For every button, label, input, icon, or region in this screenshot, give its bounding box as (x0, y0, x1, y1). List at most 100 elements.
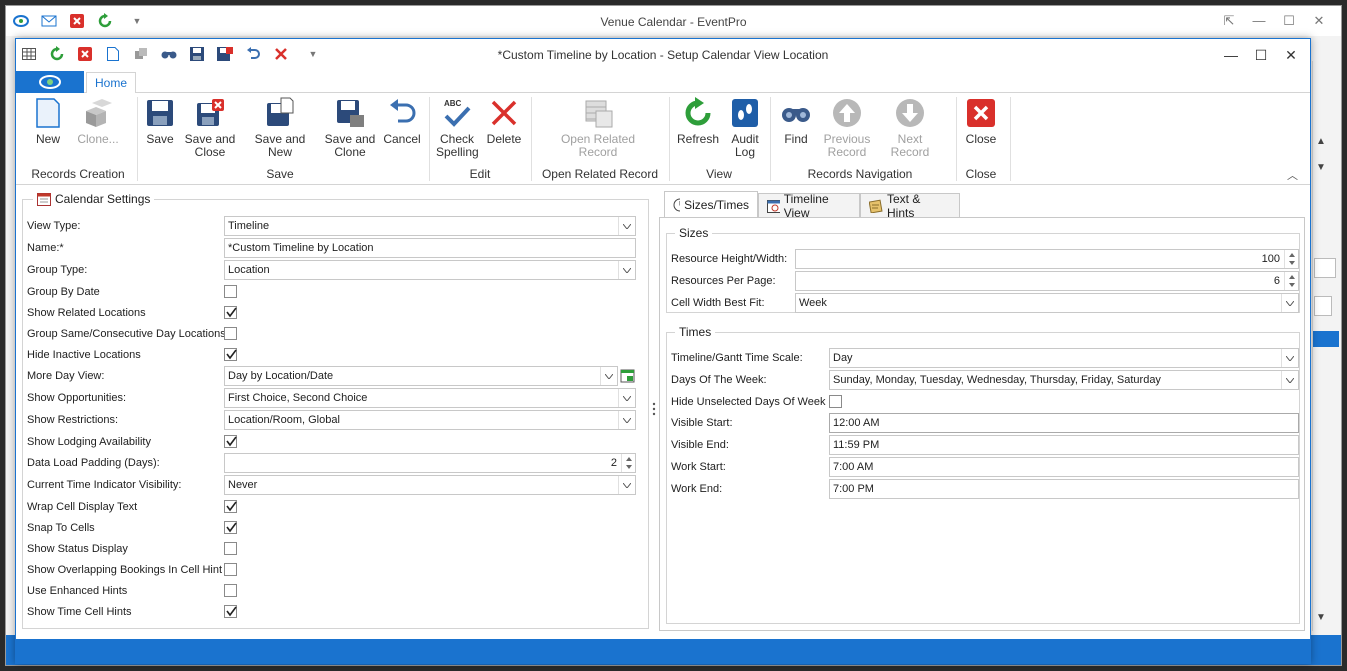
check-spelling-button[interactable]: ABC Check Spelling (436, 97, 479, 159)
show-opportunities-select[interactable]: First Choice, Second Choice (224, 388, 636, 408)
chevron-down-icon[interactable] (1281, 294, 1298, 312)
snap-cells-checkbox[interactable] (224, 521, 237, 534)
group-same-day-checkbox[interactable] (224, 327, 237, 340)
previous-record-button[interactable]: Previous Record (820, 97, 874, 159)
edit-view-icon[interactable] (620, 368, 636, 384)
resource-height-spinner[interactable]: 100 (795, 249, 1299, 269)
show-restrictions-select[interactable]: Location/Room, Global (224, 410, 636, 430)
time-indicator-select[interactable]: Never (224, 475, 636, 495)
more-day-view-select[interactable]: Day by Location/Date (224, 366, 618, 386)
save-close-icon (197, 99, 224, 126)
background-dropdown-icon: ▼ (1316, 162, 1326, 173)
show-lodging-checkbox[interactable] (224, 435, 237, 448)
tab-timeline-view[interactable]: Timeline View (758, 192, 860, 220)
time-scale-select[interactable]: Day (829, 348, 1299, 368)
group-close: Close (965, 167, 997, 181)
show-status-row: Show Status Display (23, 539, 643, 559)
visible-start-input[interactable]: 12:00 AM (829, 413, 1299, 433)
work-end-input[interactable]: 7:00 PM (829, 479, 1299, 499)
group-by-date-checkbox[interactable] (224, 285, 237, 298)
show-related-locations-checkbox[interactable] (224, 306, 237, 319)
save-icon (147, 100, 173, 126)
hide-unselected-row: Hide Unselected Days Of Week (671, 392, 1295, 412)
spinner-arrows-icon[interactable] (1284, 272, 1298, 290)
enhanced-hints-label: Use Enhanced Hints (27, 585, 128, 597)
cancel-button[interactable]: Cancel (382, 97, 422, 146)
audit-log-button[interactable]: Audit Log (726, 97, 764, 159)
restore-ribbon-icon[interactable]: ⇱ (1218, 12, 1240, 30)
show-lodging-row: Show Lodging Availability (23, 432, 643, 452)
chevron-down-icon[interactable] (618, 411, 635, 429)
chevron-down-icon[interactable] (618, 217, 635, 235)
resources-per-page-spinner[interactable]: 6 (795, 271, 1299, 291)
group-type-select[interactable]: Location (224, 260, 636, 280)
refresh-icon (685, 97, 711, 126)
chevron-down-icon[interactable] (600, 367, 617, 385)
minimize-icon[interactable]: — (1248, 12, 1270, 30)
times-legend: Times (675, 325, 716, 339)
time-cell-hints-checkbox[interactable] (224, 605, 237, 618)
close-button[interactable]: Close (962, 97, 1000, 146)
tab-sizes-times[interactable]: Sizes/Times (664, 191, 758, 219)
save-button[interactable]: Save (142, 97, 178, 146)
snap-cells-label: Snap To Cells (27, 522, 95, 534)
new-label: New (35, 132, 60, 146)
maximize-icon[interactable]: ☐ (1278, 12, 1300, 30)
open-related-record-label: Open Related Record (560, 132, 636, 159)
work-start-label: Work Start: (671, 461, 726, 473)
tab-home[interactable]: Home (86, 72, 136, 94)
hide-unselected-checkbox[interactable] (829, 395, 842, 408)
tab-sizes-times-label: Sizes/Times (684, 198, 749, 212)
dialog-titlebar: ▼ *Custom Timeline by Location - Setup C… (16, 39, 1310, 69)
work-start-input[interactable]: 7:00 AM (829, 457, 1299, 477)
show-status-checkbox[interactable] (224, 542, 237, 555)
file-tab[interactable] (16, 71, 84, 93)
resources-per-page-label: Resources Per Page: (671, 275, 776, 287)
find-button[interactable]: Find (778, 97, 814, 146)
enhanced-hints-row: Use Enhanced Hints (23, 581, 643, 601)
refresh-button[interactable]: Refresh (676, 97, 720, 146)
previous-record-label: Previous Record (823, 132, 871, 159)
cell-width-select[interactable]: Week (795, 293, 1299, 313)
wrap-cell-checkbox[interactable] (224, 500, 237, 513)
sizes-legend: Sizes (675, 226, 713, 240)
days-of-week-select[interactable]: Sunday, Monday, Tuesday, Wednesday, Thur… (829, 370, 1299, 390)
chevron-down-icon[interactable] (618, 389, 635, 407)
enhanced-hints-checkbox[interactable] (224, 584, 237, 597)
maximize-icon[interactable]: ☐ (1250, 45, 1272, 65)
chevron-down-icon[interactable] (1281, 349, 1298, 367)
group-separator (956, 97, 957, 181)
chevron-down-icon[interactable] (618, 261, 635, 279)
close-window-icon[interactable]: ✕ (1308, 12, 1330, 30)
close-window-icon[interactable]: ✕ (1280, 45, 1302, 65)
hide-inactive-checkbox[interactable] (224, 348, 237, 361)
data-load-padding-spinner[interactable]: 2 (224, 453, 636, 473)
open-related-record-button[interactable]: Open Related Record (556, 97, 640, 159)
chevron-down-icon[interactable] (618, 476, 635, 494)
show-overlapping-checkbox[interactable] (224, 563, 237, 576)
minimize-icon[interactable]: — (1220, 45, 1242, 65)
new-button[interactable]: New (30, 97, 66, 146)
group-same-day-row: Group Same/Consecutive Day Locations (23, 324, 643, 344)
clone-button[interactable]: Clone... (74, 97, 122, 146)
snap-cells-row: Snap To Cells (23, 518, 643, 538)
save-and-new-button[interactable]: Save and New (242, 97, 318, 159)
tab-text-hints[interactable]: Text & Hints (860, 192, 960, 220)
next-record-button[interactable]: Next Record (878, 97, 942, 159)
visible-end-input[interactable]: 11:59 PM (829, 435, 1299, 455)
checkmark-icon (226, 522, 237, 533)
chevron-down-icon[interactable] (1281, 371, 1298, 389)
collapse-ribbon-icon[interactable]: ︿ (1287, 167, 1298, 183)
group-separator (669, 97, 670, 181)
name-input[interactable]: *Custom Timeline by Location (224, 238, 636, 258)
spinner-arrows-icon[interactable] (621, 454, 635, 472)
delete-button[interactable]: Delete (484, 97, 524, 146)
eventpro-logo-icon (39, 75, 61, 89)
panel-splitter[interactable] (652, 401, 656, 417)
time-indicator-label: Current Time Indicator Visibility: (27, 479, 182, 491)
spinner-arrows-icon[interactable] (1284, 250, 1298, 268)
view-type-select[interactable]: Timeline (224, 216, 636, 236)
calendar-settings-panel: Calendar Settings View Type: Timeline Na… (22, 192, 649, 629)
save-and-clone-button[interactable]: Save and Clone (322, 97, 378, 159)
save-and-close-button[interactable]: Save and Close (184, 97, 236, 159)
